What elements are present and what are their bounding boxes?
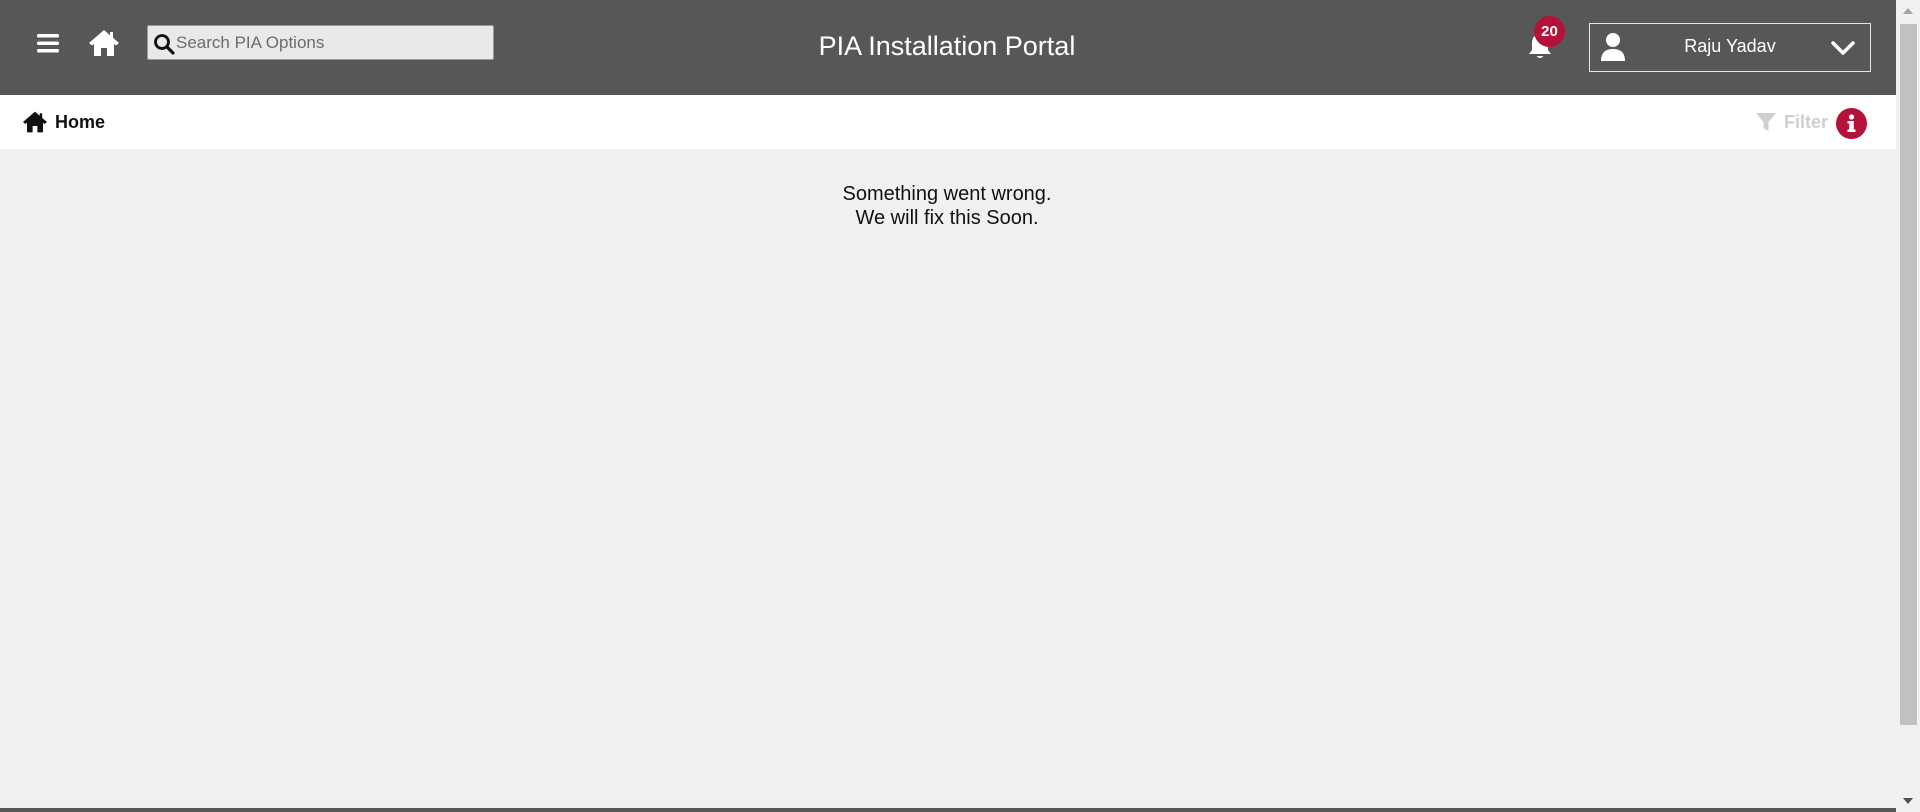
- notification-count-badge[interactable]: 20: [1534, 16, 1565, 47]
- breadcrumb-bar: Home Filter: [0, 95, 1896, 149]
- scroll-up-arrow-icon[interactable]: [1896, 0, 1920, 22]
- app-window: PIA Installation Portal 20 Raju Yadav Ho: [0, 0, 1896, 812]
- user-menu-dropdown[interactable]: Raju Yadav: [1589, 23, 1871, 72]
- filter-label: Filter: [1784, 111, 1829, 132]
- info-icon: [1847, 114, 1856, 132]
- home-icon: [23, 111, 47, 133]
- breadcrumb-label: Home: [55, 111, 106, 132]
- error-message-line-2: We will fix this Soon.: [855, 207, 1039, 229]
- user-icon: [1601, 33, 1625, 61]
- top-header: PIA Installation Portal 20 Raju Yadav: [0, 0, 1896, 95]
- breadcrumb-home[interactable]: Home: [22, 109, 105, 135]
- chevron-down-icon: [1831, 41, 1855, 55]
- bottom-divider: [0, 808, 1896, 812]
- scroll-down-arrow-icon[interactable]: [1896, 790, 1920, 812]
- user-name: Raju Yadav: [1684, 36, 1776, 56]
- error-message: Something went wrong. We will fix this S…: [0, 182, 1894, 230]
- scrollbar-thumb[interactable]: [1900, 24, 1917, 725]
- info-button[interactable]: [1836, 108, 1867, 139]
- error-message-line-1: Something went wrong.: [842, 183, 1052, 205]
- vertical-scrollbar[interactable]: [1896, 0, 1920, 812]
- filter-button[interactable]: Filter: [1755, 109, 1828, 135]
- filter-icon: [1756, 113, 1776, 131]
